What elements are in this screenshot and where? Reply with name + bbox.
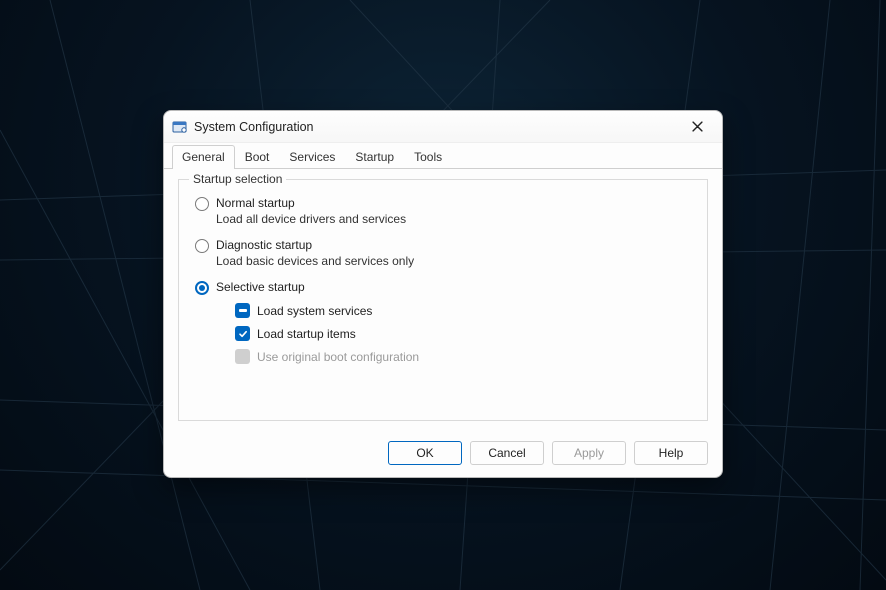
radio-icon bbox=[195, 197, 209, 211]
radio-normal-startup[interactable]: Normal startup Load all device drivers a… bbox=[195, 196, 691, 226]
cancel-button[interactable]: Cancel bbox=[470, 441, 544, 465]
msconfig-window: System Configuration General Boot Servic… bbox=[163, 110, 723, 478]
checkbox-label: Load system services bbox=[257, 304, 372, 318]
tab-label: Startup bbox=[355, 150, 394, 164]
tab-content: Startup selection Normal startup Load al… bbox=[164, 169, 722, 433]
checkbox-label: Use original boot configuration bbox=[257, 350, 419, 364]
radio-diagnostic-startup[interactable]: Diagnostic startup Load basic devices an… bbox=[195, 238, 691, 268]
tab-label: Boot bbox=[245, 150, 270, 164]
tab-services[interactable]: Services bbox=[279, 145, 345, 169]
checkbox-checked-icon bbox=[235, 326, 250, 341]
selective-suboptions: Load system services Load startup items … bbox=[235, 303, 691, 364]
check-load-startup-items[interactable]: Load startup items bbox=[235, 326, 691, 341]
radio-icon bbox=[195, 239, 209, 253]
tab-label: Services bbox=[289, 150, 335, 164]
tab-label: Tools bbox=[414, 150, 442, 164]
radio-label: Normal startup bbox=[216, 196, 406, 210]
checkbox-indeterminate-icon bbox=[235, 303, 250, 318]
startup-selection-group: Startup selection Normal startup Load al… bbox=[178, 179, 708, 421]
radio-description: Load basic devices and services only bbox=[216, 254, 414, 268]
tab-tools[interactable]: Tools bbox=[404, 145, 452, 169]
checkbox-label: Load startup items bbox=[257, 327, 356, 341]
group-legend: Startup selection bbox=[189, 172, 286, 186]
help-button[interactable]: Help bbox=[634, 441, 708, 465]
checkbox-disabled-icon bbox=[235, 349, 250, 364]
tab-boot[interactable]: Boot bbox=[235, 145, 280, 169]
button-label: OK bbox=[416, 446, 433, 460]
button-label: Cancel bbox=[488, 446, 525, 460]
radio-description: Load all device drivers and services bbox=[216, 212, 406, 226]
tab-general[interactable]: General bbox=[172, 145, 235, 169]
dialog-button-bar: OK Cancel Apply Help bbox=[164, 433, 722, 477]
button-label: Help bbox=[659, 446, 684, 460]
titlebar: System Configuration bbox=[164, 111, 722, 143]
tab-strip: General Boot Services Startup Tools bbox=[164, 143, 722, 169]
msconfig-app-icon bbox=[172, 119, 188, 135]
apply-button: Apply bbox=[552, 441, 626, 465]
close-button[interactable] bbox=[676, 113, 718, 141]
button-label: Apply bbox=[574, 446, 604, 460]
desktop-background: System Configuration General Boot Servic… bbox=[0, 0, 886, 590]
radio-label: Diagnostic startup bbox=[216, 238, 414, 252]
check-use-original-boot: Use original boot configuration bbox=[235, 349, 691, 364]
tab-startup[interactable]: Startup bbox=[345, 145, 404, 169]
check-load-system-services[interactable]: Load system services bbox=[235, 303, 691, 318]
tab-label: General bbox=[182, 150, 225, 164]
window-title: System Configuration bbox=[194, 120, 676, 134]
ok-button[interactable]: OK bbox=[388, 441, 462, 465]
radio-label: Selective startup bbox=[216, 280, 305, 294]
radio-selective-startup[interactable]: Selective startup bbox=[195, 280, 691, 295]
radio-icon bbox=[195, 281, 209, 295]
